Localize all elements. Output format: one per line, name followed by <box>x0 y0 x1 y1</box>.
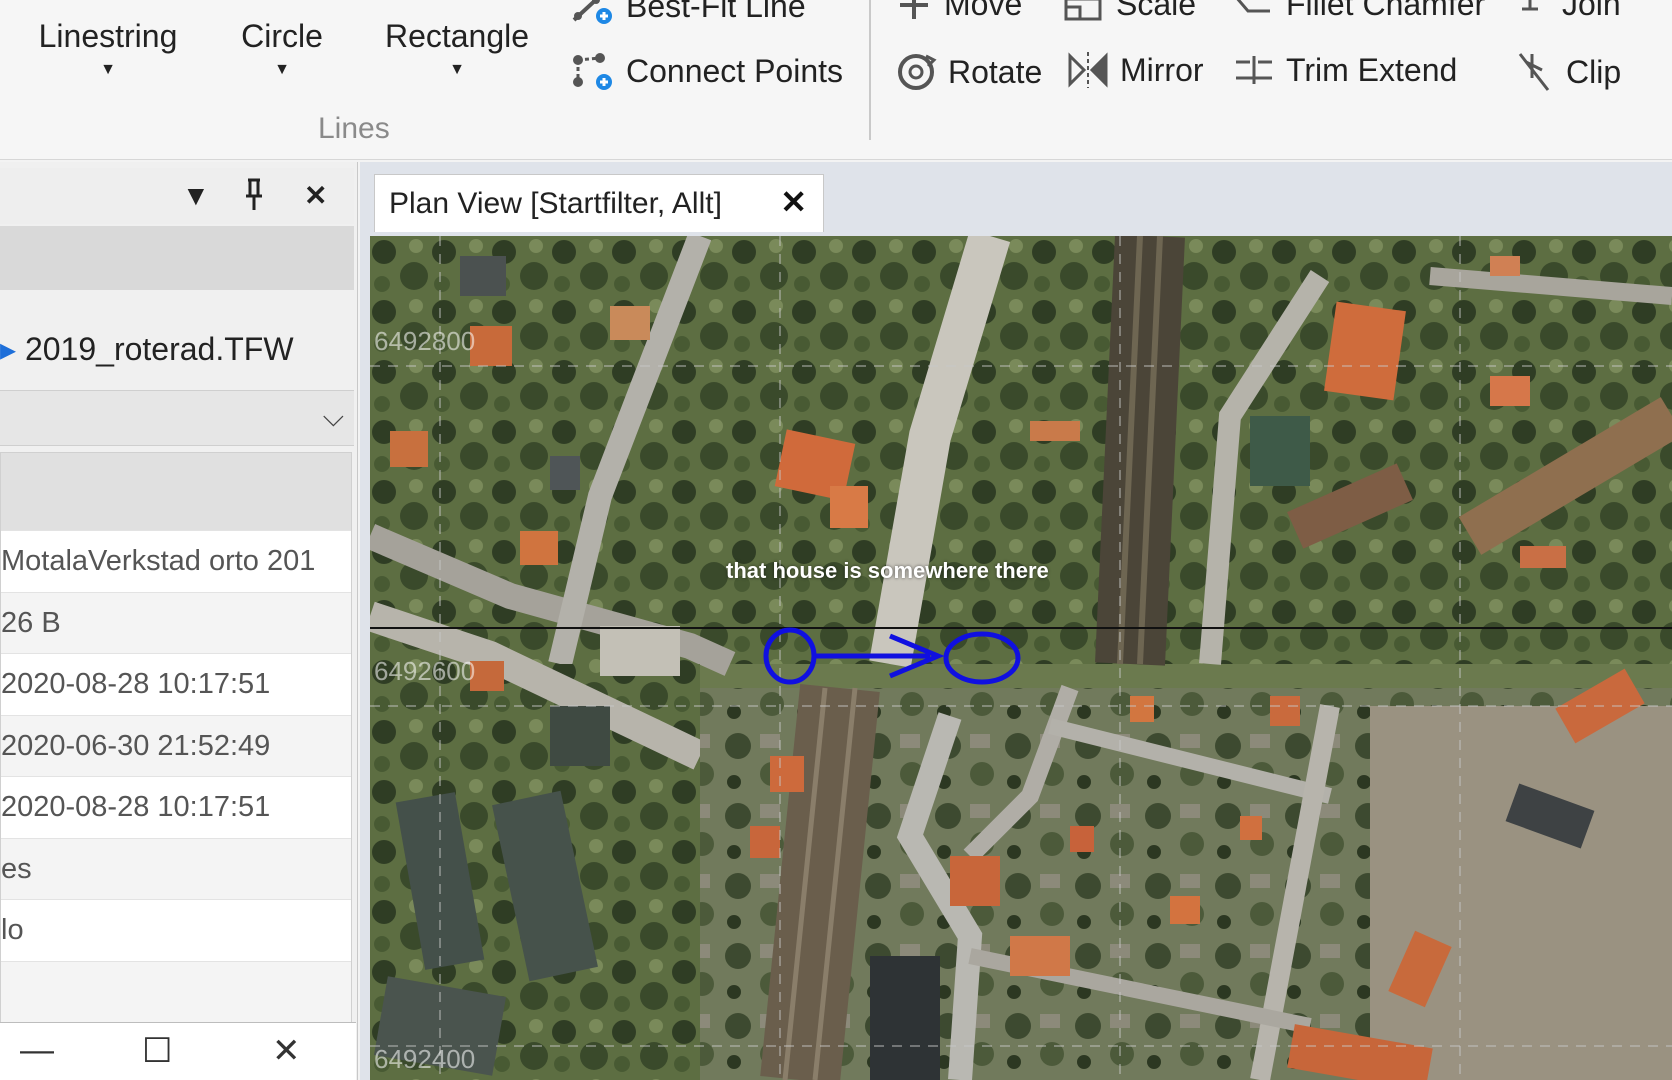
panel-header: ▼ ✕ <box>0 168 354 224</box>
annotation-text: that house is somewhere there <box>726 558 1049 583</box>
window-controls: — ☐ ✕ <box>0 1022 356 1080</box>
linestring-label: Linestring <box>38 18 178 54</box>
rectangle-label: Rectangle <box>384 18 530 54</box>
close-icon[interactable]: ✕ <box>304 178 327 214</box>
ribbon: Linestring ▼ Circle ▼ Rectangle ▼ Best-F… <box>0 0 1672 160</box>
move-icon <box>900 0 928 19</box>
property-value-row[interactable]: 2020-06-30 21:52:49 <box>1 715 351 777</box>
fillet-chamfer-icon <box>1237 0 1270 12</box>
rotate-icon <box>898 54 937 90</box>
connect-points-label: Connect Points <box>626 52 844 89</box>
mirror-button[interactable]: Mirror <box>1066 50 1204 90</box>
chevron-down-icon: ▼ <box>100 61 116 78</box>
map-canvas[interactable]: 6492800 6492600 6492400 that house is so… <box>370 236 1672 1080</box>
scale-icon <box>1064 0 1102 20</box>
document-area: Plan View [Startfilter, Allt] ✕ 6492800 … <box>360 162 1672 1080</box>
pin-icon[interactable] <box>242 178 266 221</box>
property-selector-dropdown[interactable]: ⌵ <box>0 390 354 446</box>
property-value-row[interactable]: 2020-08-28 10:17:51 <box>1 654 351 716</box>
join-label: Join <box>1562 0 1621 22</box>
property-value-row[interactable] <box>1 961 351 1023</box>
layer-filename[interactable]: ▸ 2019_roterad.TFW <box>0 330 294 368</box>
rectangle-dropdown[interactable]: Rectangle ▼ <box>382 18 532 79</box>
clip-label: Clip <box>1566 53 1622 90</box>
tab-close-icon[interactable]: ✕ <box>780 183 807 221</box>
aerial-orthophoto <box>370 236 1672 1080</box>
best-fit-line-button[interactable]: Best-Fit Line <box>570 0 806 26</box>
lines-group-label: Lines <box>318 112 390 145</box>
trim-extend-label: Trim Extend <box>1286 51 1458 88</box>
property-list-header <box>1 453 351 531</box>
move-label: Move <box>944 0 1023 22</box>
best-fit-line-icon <box>572 0 612 24</box>
linestring-dropdown[interactable]: Linestring ▼ <box>28 18 188 79</box>
chevron-down-icon: ▼ <box>449 61 465 78</box>
coordinate-label: 6492600 <box>374 656 476 686</box>
file-icon: ▸ <box>0 331 17 367</box>
trim-extend-button[interactable]: Trim Extend <box>1232 50 1457 90</box>
tab-title: Plan View [Startfilter, Allt] <box>389 187 722 220</box>
move-button[interactable]: Move <box>894 0 1022 23</box>
chevron-down-icon: ⌵ <box>322 401 344 432</box>
trim-extend-icon <box>1236 56 1272 84</box>
chevron-down-icon: ▼ <box>274 61 290 78</box>
property-list: MotalaVerkstad orto 201 26 B 2020-08-28 … <box>0 452 352 1032</box>
fillet-chamfer-label: Fillet Chamfer <box>1286 0 1486 22</box>
mirror-label: Mirror <box>1120 51 1204 88</box>
property-value-row[interactable]: 2020-08-28 10:17:51 <box>1 777 351 839</box>
left-dock-panel: ▼ ✕ ▸ 2019_roterad.TFW ⌵ MotalaVerkstad … <box>0 162 358 1080</box>
clip-button[interactable]: Clip <box>1512 50 1621 94</box>
scale-button[interactable]: Scale <box>1062 0 1196 23</box>
close-window-icon[interactable]: ✕ <box>272 1031 301 1071</box>
panel-menu-chevron-icon[interactable]: ▼ <box>182 178 210 214</box>
maximize-icon[interactable]: ☐ <box>142 1031 172 1071</box>
ribbon-separator <box>869 0 871 140</box>
tab-plan-view[interactable]: Plan View [Startfilter, Allt] ✕ <box>374 174 824 232</box>
coordinate-label: 6492800 <box>374 326 476 356</box>
join-button[interactable]: Join <box>1512 0 1621 23</box>
join-icon <box>1522 0 1538 10</box>
connect-points-icon <box>573 53 612 90</box>
best-fit-line-label: Best-Fit Line <box>626 0 806 24</box>
clip-icon <box>1518 53 1550 91</box>
coordinate-label: 6492400 <box>374 1044 476 1074</box>
property-value-row[interactable]: MotalaVerkstad orto 201 <box>1 531 351 593</box>
rotate-label: Rotate <box>948 53 1043 90</box>
property-value-row[interactable]: es <box>1 838 351 900</box>
mirror-icon <box>1068 52 1108 88</box>
scale-label: Scale <box>1116 0 1197 22</box>
circle-label: Circle <box>241 18 323 54</box>
property-value-row[interactable]: lo <box>1 900 351 962</box>
minimize-icon[interactable]: — <box>20 1031 54 1070</box>
rotate-button[interactable]: Rotate <box>894 50 1042 94</box>
property-value-row[interactable]: 26 B <box>1 592 351 654</box>
panel-toolbar-bar <box>0 226 354 290</box>
circle-dropdown[interactable]: Circle ▼ <box>232 18 332 79</box>
fillet-chamfer-button[interactable]: Fillet Chamfer <box>1230 0 1485 23</box>
connect-points-button[interactable]: Connect Points <box>570 50 843 92</box>
